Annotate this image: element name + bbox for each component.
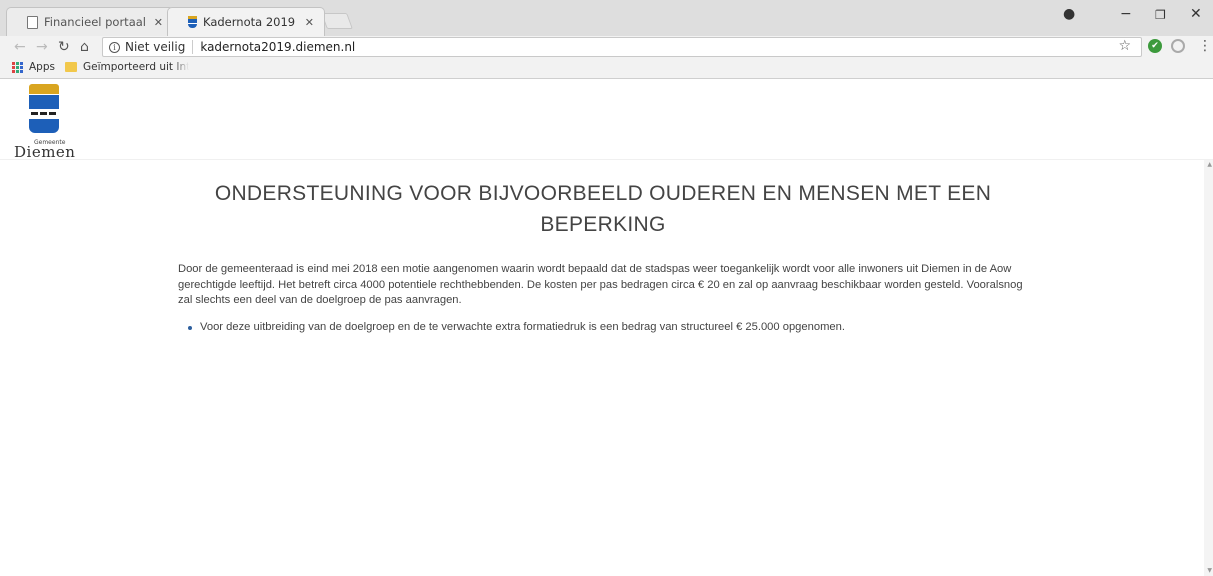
site-header: Gemeente Diemen (0, 80, 1213, 161)
scroll-up-icon[interactable]: ▲ (1207, 161, 1212, 168)
tab-label: Kadernota 2019 (203, 15, 296, 29)
scroll-down-icon[interactable]: ▼ (1207, 567, 1212, 574)
diemen-logo[interactable]: Gemeente Diemen (14, 84, 78, 161)
home-icon[interactable]: ⌂ (80, 38, 89, 56)
shield-icon (29, 95, 59, 133)
security-label[interactable]: Niet veilig (125, 40, 185, 54)
apps-grid-icon (12, 61, 23, 73)
intro-paragraph: Door de gemeenteraad is eind mei 2018 ee… (178, 263, 1023, 306)
bookmark-apps[interactable]: Apps (12, 61, 55, 73)
close-window-icon[interactable]: ✕ (1190, 6, 1202, 22)
page-title: ONDERSTEUNING VOOR BIJVOORBEELD OUDEREN … (214, 182, 992, 236)
forward-icon[interactable]: → (36, 38, 48, 56)
minimize-icon[interactable]: − (1120, 6, 1132, 22)
bookmark-label: Geïmporteerd uit Inte (83, 61, 189, 73)
extension-check-icon[interactable]: ✔ (1148, 39, 1162, 53)
bookmarks-bar: Apps Geïmporteerd uit Inte (0, 58, 1213, 79)
crown-icon (29, 84, 59, 94)
close-icon[interactable]: ✕ (305, 16, 314, 29)
bookmark-imported-folder[interactable]: Geïmporteerd uit Inte (65, 61, 189, 73)
page-scrollbar[interactable] (1204, 160, 1213, 576)
tab-label: Financieel portaal gemee (44, 15, 148, 29)
url-text[interactable]: kadernota2019.diemen.nl (200, 40, 355, 54)
menu-icon[interactable]: ⋮ (1198, 38, 1212, 54)
list-item-text: Voor deze uitbreiding van de doelgroep e… (200, 320, 845, 333)
extension-settings-icon[interactable] (1171, 39, 1185, 53)
logo-name: Diemen (14, 143, 76, 161)
close-icon[interactable]: ✕ (154, 16, 163, 29)
main-content: ONDERSTEUNING VOOR BIJVOORBEELD OUDEREN … (178, 178, 1028, 333)
tab-financieel-portaal[interactable]: Financieel portaal gemee ✕ (6, 7, 174, 36)
tab-strip: Financieel portaal gemee ✕ Kadernota 201… (0, 0, 1213, 36)
bookmark-star-icon[interactable]: ☆ (1118, 38, 1131, 54)
document-icon (27, 15, 38, 29)
address-bar[interactable]: i Niet veilig kadernota2019.diemen.nl ☆ (102, 37, 1142, 57)
separator (192, 40, 194, 54)
reload-icon[interactable]: ↻ (58, 38, 70, 56)
restore-icon[interactable]: ❐ (1155, 8, 1166, 22)
diemen-favicon-icon (188, 16, 197, 28)
browser-toolbar: ← → ↻ ⌂ i Niet veilig kadernota2019.diem… (0, 36, 1213, 58)
bullet-list: Voor deze uitbreiding van de doelgroep e… (178, 321, 1028, 333)
tab-kadernota[interactable]: Kadernota 2019 ✕ (167, 7, 325, 36)
folder-icon (65, 62, 77, 72)
back-icon[interactable]: ← (14, 38, 26, 56)
new-tab-button[interactable] (321, 13, 353, 29)
profile-icon[interactable]: ● (1063, 6, 1075, 22)
info-icon[interactable]: i (109, 41, 120, 53)
bullet-icon (188, 325, 192, 330)
bookmark-label: Apps (29, 61, 55, 73)
list-item: Voor deze uitbreiding van de doelgroep e… (188, 320, 1028, 333)
